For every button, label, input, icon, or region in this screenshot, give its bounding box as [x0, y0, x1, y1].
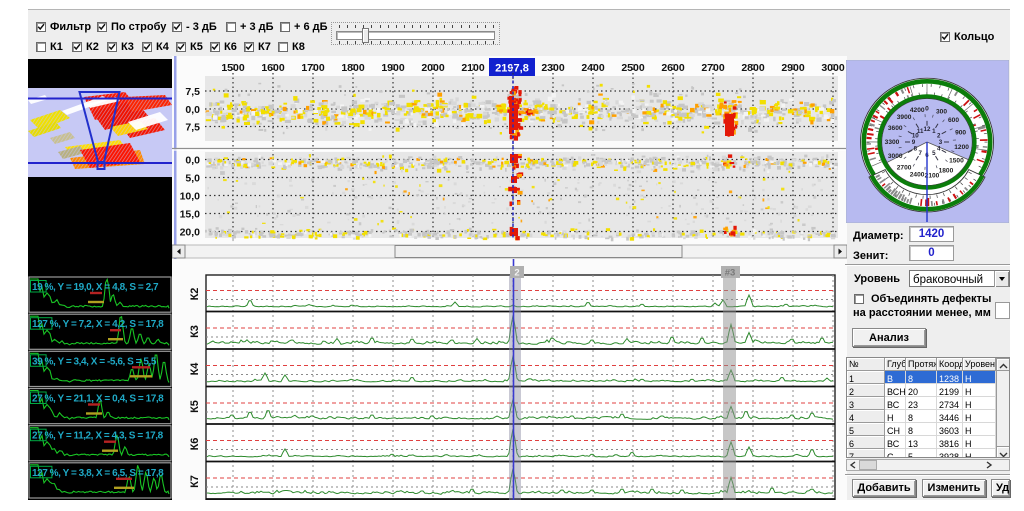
svg-text:7,5: 7,5 [185, 86, 200, 98]
svg-text:1500: 1500 [221, 62, 245, 74]
svg-text:3300: 3300 [885, 139, 900, 146]
svg-text:0,0: 0,0 [185, 155, 200, 167]
svg-text:К2: К2 [189, 288, 201, 301]
svg-text:8: 8 [914, 146, 918, 153]
svg-text:1900: 1900 [381, 62, 405, 74]
svg-text:2700: 2700 [701, 62, 725, 74]
svg-text:20,0: 20,0 [180, 227, 201, 239]
svg-text:2400: 2400 [581, 62, 605, 74]
svg-text:39 %, Y = 3,4, X = -5,6, S = 5: 39 %, Y = 3,4, X = -5,6, S = 5,5 [32, 356, 157, 367]
svg-text:11: 11 [917, 128, 924, 135]
svg-text:К5: К5 [189, 400, 201, 413]
svg-text:600: 600 [948, 117, 959, 124]
svg-text:2500: 2500 [621, 62, 645, 74]
svg-text:3000: 3000 [888, 153, 903, 160]
svg-text:1: 1 [932, 128, 936, 135]
svg-text:2400: 2400 [910, 171, 925, 178]
svg-text:К3: К3 [189, 325, 201, 338]
svg-text:127 %, Y = 3,8, X = 6,5, S = 1: 127 %, Y = 3,8, X = 6,5, S = 17,8 [32, 468, 164, 479]
svg-text:2197,8: 2197,8 [495, 63, 529, 75]
svg-text:5,0: 5,0 [185, 173, 200, 185]
svg-text:9: 9 [912, 139, 916, 146]
svg-text:27 %, Y = 11,2, X = 4,3, S = 1: 27 %, Y = 11,2, X = 4,3, S = 17,8 [32, 431, 164, 442]
svg-text:4200: 4200 [910, 107, 925, 114]
svg-text:300: 300 [936, 109, 947, 116]
svg-text:3000: 3000 [821, 62, 845, 74]
svg-text:2700: 2700 [897, 165, 912, 172]
svg-text:К4: К4 [189, 362, 201, 376]
svg-text:2800: 2800 [741, 62, 765, 74]
svg-text:0,0: 0,0 [185, 104, 200, 116]
svg-text:10,0: 10,0 [180, 191, 201, 203]
svg-text:2100: 2100 [461, 62, 485, 74]
svg-text:19 %, Y = 19,0, X = 4,8, S = 2: 19 %, Y = 19,0, X = 4,8, S = 2,7 [32, 282, 159, 293]
svg-text:12: 12 [924, 126, 931, 133]
svg-text:3600: 3600 [888, 125, 903, 132]
svg-text:2600: 2600 [661, 62, 685, 74]
svg-text:2900: 2900 [781, 62, 805, 74]
svg-text:1600: 1600 [261, 62, 285, 74]
svg-text:7: 7 [918, 150, 922, 157]
svg-text:900: 900 [955, 130, 966, 137]
svg-text:4: 4 [937, 146, 941, 153]
svg-text:3900: 3900 [897, 114, 912, 121]
svg-text:2000: 2000 [421, 62, 445, 74]
svg-text:7,5: 7,5 [185, 122, 200, 134]
svg-text:27 %, Y = 21,1, X = 0,4, S = 1: 27 %, Y = 21,1, X = 0,4, S = 17,8 [32, 394, 164, 405]
svg-text:1800: 1800 [341, 62, 365, 74]
svg-text:5: 5 [932, 150, 936, 157]
svg-text:2: 2 [514, 268, 519, 279]
svg-text:К6: К6 [189, 438, 201, 451]
svg-text:15,0: 15,0 [180, 209, 201, 221]
svg-text:1800: 1800 [939, 168, 954, 175]
svg-text:1700: 1700 [301, 62, 325, 74]
svg-text:127 %, Y = 7,2, X = 4,2, S = 1: 127 %, Y = 7,2, X = 4,2, S = 17,8 [32, 319, 164, 330]
svg-text:#3: #3 [725, 268, 736, 279]
svg-text:2300: 2300 [541, 62, 565, 74]
svg-text:0: 0 [925, 106, 929, 113]
svg-text:1500: 1500 [949, 157, 964, 164]
svg-text:К7: К7 [189, 475, 201, 488]
svg-text:1200: 1200 [954, 144, 969, 151]
